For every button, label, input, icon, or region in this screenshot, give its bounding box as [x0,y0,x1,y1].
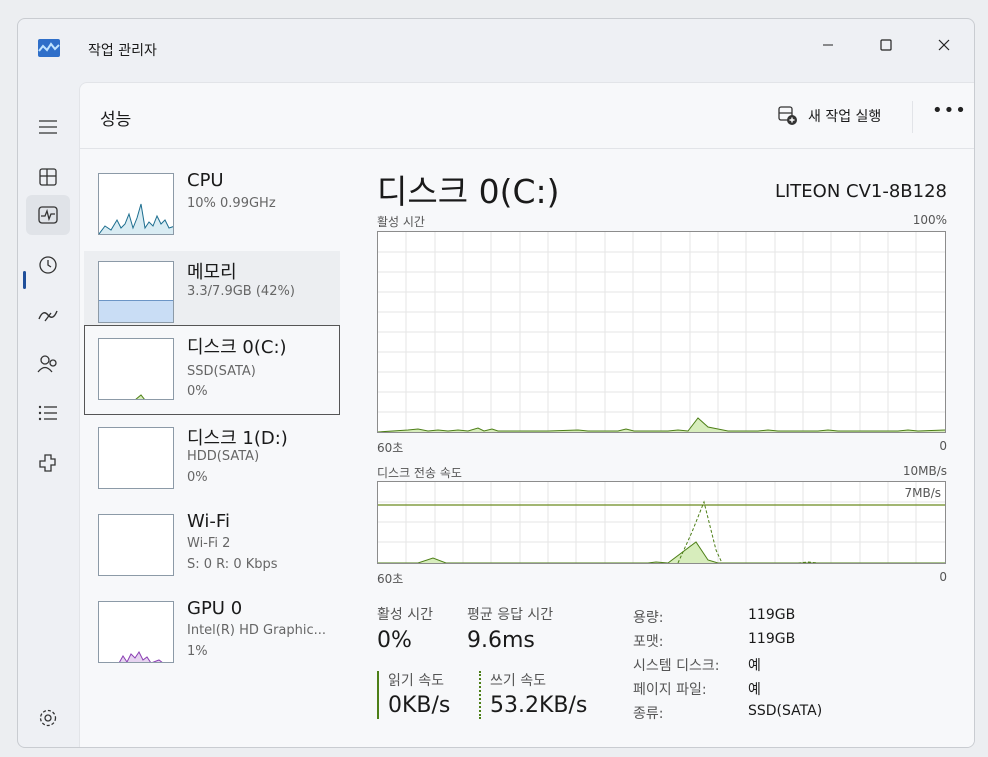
new-task-icon [778,106,797,125]
settings-icon [39,709,57,727]
transfer-rate-axis-start: 60초 [377,572,404,586]
window-title: 작업 관리자 [88,43,157,59]
resource-detail: HDD(SATA) [187,449,260,464]
memory-usage-fill [99,300,173,322]
navigation-sidebar [18,81,78,747]
minimize-button[interactable] [805,27,851,63]
resource-detail: Intel(R) HD Graphic... [187,623,327,638]
nav-users[interactable] [26,344,70,384]
wifi-thumbnail [98,514,174,576]
active-time-graph-max: 100% [912,213,947,227]
app-history-icon [39,256,57,274]
avg-response-time-value: 9.6ms [467,628,535,653]
panel-header: 성능 새 작업 실행 ••• [80,83,974,149]
property-value: SSD(SATA) [748,703,823,719]
active-time-value: 0% [377,628,412,653]
active-time-graph [377,231,946,433]
run-new-task-button[interactable]: 새 작업 실행 [778,103,881,129]
write-speed-label: 쓰기 속도 [490,673,546,689]
more-options-button[interactable]: ••• [932,100,967,121]
details-icon [38,405,57,421]
resource-usage: 1% [187,644,208,659]
property-value: 예 [748,658,761,674]
nav-details[interactable] [26,393,70,433]
resource-name: GPU 0 [187,598,243,619]
disk0-thumbnail [98,338,174,400]
resource-detail: 10% 0.99GHz [187,196,276,211]
disk-model: LITEON CV1-8B128 [774,181,947,202]
startup-icon [38,310,58,322]
resource-item-gpu[interactable]: GPU 0 Intel(R) HD Graphic... 1% [84,591,340,679]
resource-name: 메모리 [187,262,237,283]
resource-name: 디스크 1(D:) [187,428,288,449]
active-time-graph-label: 활성 시간 [377,215,425,229]
property-key: 종류: [633,706,664,722]
resource-detail: 3.3/7.9GB (42%) [187,284,295,299]
resource-item-disk-1[interactable]: 디스크 1(D:) HDD(SATA) 0% [84,417,340,505]
read-speed-label: 읽기 속도 [388,673,444,689]
transfer-rate-axis-end: 0 [939,570,947,584]
resource-name: CPU [187,170,224,191]
resource-name: 디스크 0(C:) [187,337,287,358]
resource-detail: Wi-Fi 2 [187,536,231,551]
detail-title: 디스크 0(C:) [377,172,560,211]
active-time-axis-end: 0 [939,439,947,453]
transfer-rate-graph-label: 디스크 전송 속도 [377,466,462,480]
property-key: 용량: [633,610,664,626]
transfer-rate-scale-label: 7MB/s [904,486,941,500]
read-speed-value: 0KB/s [388,693,451,718]
menu-icon [39,120,57,134]
disk1-thumbnail [98,427,174,489]
nav-startup[interactable] [26,295,70,335]
task-manager-window: 작업 관리자 성능 새 작업 실행 ••• CPU 10% 0.99GHz 메모… [17,18,975,748]
performance-icon [38,206,58,224]
users-icon [37,355,57,373]
header-divider [912,101,913,133]
maximize-button[interactable] [863,27,909,63]
resource-item-wifi[interactable]: Wi-Fi Wi-Fi 2 S: 0 R: 0 Kbps [84,504,340,592]
property-value: 119GB [748,607,796,623]
resource-detail: SSD(SATA) [187,364,256,379]
minimize-icon [823,44,833,46]
title-bar: 작업 관리자 [18,19,974,81]
resource-item-cpu[interactable]: CPU 10% 0.99GHz [84,163,340,251]
nav-menu-button[interactable] [26,107,70,147]
transfer-rate-graph-max: 10MB/s [902,464,947,478]
task-manager-app-icon [38,39,60,57]
performance-panel: 성능 새 작업 실행 ••• CPU 10% 0.99GHz 메모리 3.3/7… [79,82,974,747]
resource-name: Wi-Fi [187,511,230,532]
read-speed-marker [377,671,379,719]
maximize-icon [880,39,892,51]
cpu-thumbnail [98,173,174,235]
new-task-label: 새 작업 실행 [808,109,882,125]
write-speed-value: 53.2KB/s [490,693,588,718]
property-value: 119GB [748,631,796,647]
avg-response-time-label: 평균 응답 시간 [467,607,554,623]
resource-usage: S: 0 R: 0 Kbps [187,557,278,572]
nav-settings[interactable] [26,698,70,738]
property-key: 페이지 파일: [633,682,707,698]
property-key: 포맷: [633,634,664,650]
memory-thumbnail [98,261,174,323]
transfer-rate-graph: 7MB/s [377,481,946,564]
property-value: 예 [748,682,761,698]
active-time-label: 활성 시간 [377,607,433,623]
resource-usage: 0% [187,470,208,485]
page-title: 성능 [100,110,132,130]
nav-app-history[interactable] [26,245,70,285]
services-icon [39,454,56,472]
resource-item-disk-0[interactable]: 디스크 0(C:) SSD(SATA) 0% [84,325,340,415]
property-key: 시스템 디스크: [633,658,720,674]
gpu-thumbnail [98,601,174,663]
nav-performance[interactable] [26,195,70,235]
write-speed-marker [479,671,481,719]
close-icon [938,39,950,51]
close-button[interactable] [921,27,967,63]
processes-icon [39,168,57,186]
nav-processes[interactable] [26,157,70,197]
active-time-axis-start: 60초 [377,441,404,455]
resource-usage: 0% [187,384,208,399]
nav-services[interactable] [26,443,70,483]
